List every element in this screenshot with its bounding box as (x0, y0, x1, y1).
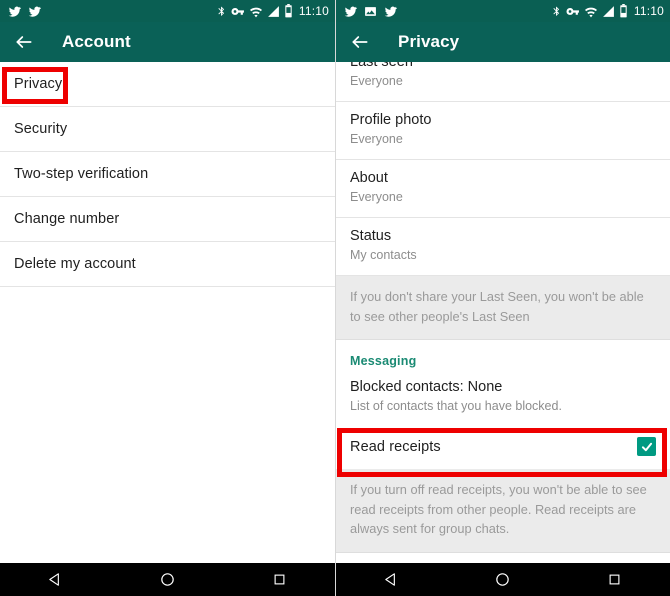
privacy-item-about[interactable]: About Everyone (336, 160, 670, 218)
battery-icon (284, 4, 293, 18)
android-nav-bar (0, 563, 335, 596)
bluetooth-icon (216, 5, 227, 18)
back-arrow-icon[interactable] (13, 31, 35, 53)
vpn-key-icon (566, 5, 580, 18)
privacy-item-status[interactable]: Status My contacts (336, 218, 670, 276)
home-circle-icon[interactable] (147, 563, 187, 596)
left-panel-account: 11:10 Account Privacy Security Two-step … (0, 0, 335, 596)
page-title: Privacy (398, 32, 460, 51)
settings-item-security[interactable]: Security (0, 107, 335, 152)
settings-item-privacy[interactable]: Privacy (0, 62, 335, 107)
privacy-item-value: Everyone (350, 190, 403, 204)
signal-icon (267, 5, 280, 18)
blocked-contacts-subtitle: List of contacts that you have blocked. (350, 399, 562, 413)
page-title: Account (62, 32, 131, 51)
twitter-icon (384, 5, 397, 18)
settings-item-change-number[interactable]: Change number (0, 197, 335, 242)
status-system-icons: 11:10 (551, 4, 664, 18)
app-bar-privacy: Privacy (336, 22, 670, 62)
settings-item-label: Delete my account (14, 256, 136, 272)
read-receipts-note-text: If you turn off read receipts, you won't… (350, 482, 647, 536)
status-notification-icons (8, 5, 41, 18)
twitter-icon (8, 5, 21, 18)
privacy-item-read-receipts[interactable]: Read receipts (336, 424, 670, 469)
privacy-item-title: Status (350, 228, 392, 244)
recents-square-icon[interactable] (594, 563, 634, 596)
vpn-key-icon (231, 5, 245, 18)
privacy-settings-list: Last seen Everyone Profile photo Everyon… (336, 62, 670, 563)
wifi-icon (249, 5, 263, 18)
section-header-messaging: Messaging (336, 340, 670, 375)
settings-item-label: Security (14, 121, 68, 137)
android-nav-bar (336, 563, 670, 596)
privacy-item-title: About (350, 170, 388, 186)
settings-item-two-step-verification[interactable]: Two-step verification (0, 152, 335, 197)
privacy-item-blocked-contacts[interactable]: Blocked contacts: None List of contacts … (336, 375, 670, 424)
dual-screenshot: 11:10 Account Privacy Security Two-step … (0, 0, 670, 596)
privacy-item-title: Profile photo (350, 112, 432, 128)
privacy-item-value: My contacts (350, 248, 417, 262)
status-time: 11:10 (633, 4, 664, 18)
read-receipts-label: Read receipts (350, 438, 441, 455)
status-system-icons: 11:10 (216, 4, 329, 18)
status-bar-right: 11:10 (336, 0, 670, 22)
read-receipts-note: If you turn off read receipts, you won't… (336, 469, 670, 553)
image-icon (364, 5, 377, 18)
account-settings-list: Privacy Security Two-step verification C… (0, 62, 335, 563)
last-seen-note-text: If you don't share your Last Seen, you w… (350, 289, 644, 324)
status-time: 11:10 (298, 4, 329, 18)
privacy-item-value: Everyone (350, 132, 403, 146)
privacy-item-title: Last seen (350, 62, 413, 70)
privacy-item-profile-photo[interactable]: Profile photo Everyone (336, 102, 670, 160)
settings-item-label: Two-step verification (14, 166, 149, 182)
settings-item-label: Privacy (14, 76, 63, 92)
section-header-label: Messaging (350, 354, 417, 368)
signal-icon (602, 5, 615, 18)
privacy-item-value: Everyone (350, 74, 403, 88)
recents-square-icon[interactable] (259, 563, 299, 596)
back-triangle-icon[interactable] (372, 563, 412, 596)
twitter-icon (28, 5, 41, 18)
battery-icon (619, 4, 628, 18)
right-panel-privacy: 11:10 Privacy Last seen Everyone Profile… (335, 0, 670, 596)
status-notification-icons (344, 5, 397, 18)
twitter-icon (344, 5, 357, 18)
privacy-item-last-seen[interactable]: Last seen Everyone (336, 62, 670, 102)
back-triangle-icon[interactable] (36, 563, 76, 596)
home-circle-icon[interactable] (483, 563, 523, 596)
settings-item-delete-my-account[interactable]: Delete my account (0, 242, 335, 287)
settings-item-label: Change number (14, 211, 120, 227)
bluetooth-icon (551, 5, 562, 18)
last-seen-note: If you don't share your Last Seen, you w… (336, 276, 670, 340)
app-bar-account: Account (0, 22, 335, 62)
read-receipts-checkbox[interactable] (637, 437, 656, 456)
back-arrow-icon[interactable] (349, 31, 371, 53)
status-bar-left: 11:10 (0, 0, 335, 22)
blocked-contacts-title: Blocked contacts: None (350, 379, 503, 395)
wifi-icon (584, 5, 598, 18)
